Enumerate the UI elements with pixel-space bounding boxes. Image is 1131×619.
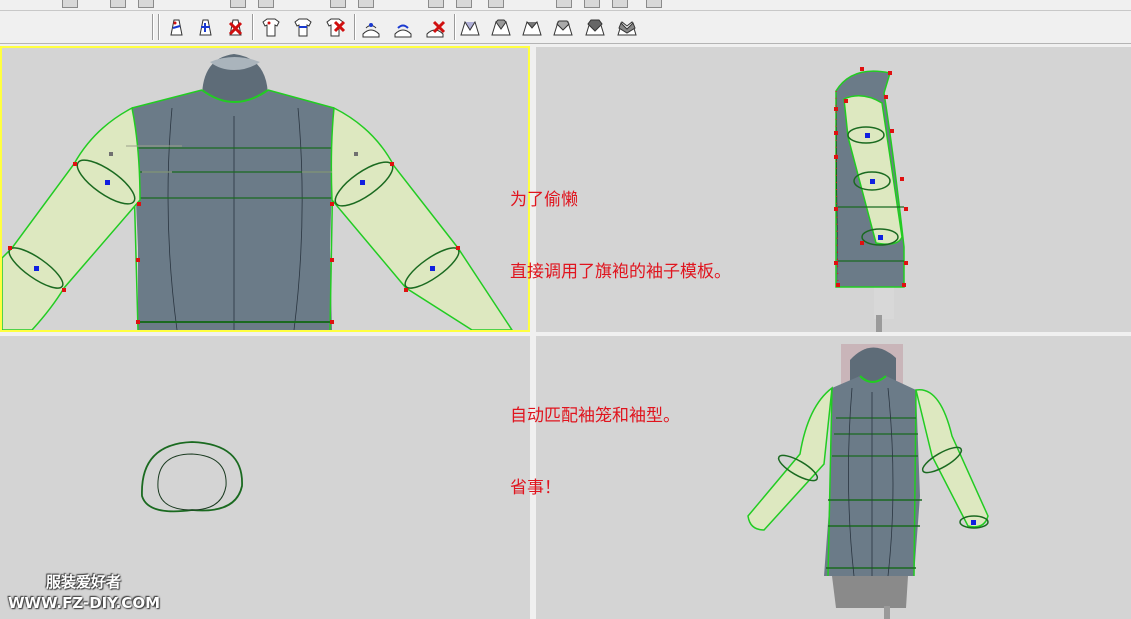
collar-move-icon[interactable] bbox=[390, 14, 416, 40]
toolbar-separator bbox=[152, 14, 153, 40]
pattern-add-icon[interactable] bbox=[163, 14, 189, 40]
shirt-delete-icon[interactable] bbox=[322, 14, 348, 40]
toolbar bbox=[0, 11, 1131, 44]
toolbar-fragment-icon[interactable] bbox=[612, 0, 628, 8]
toolbar-fragment-icon[interactable] bbox=[138, 0, 154, 8]
collar-style-4-icon[interactable] bbox=[550, 14, 576, 40]
shirt-add-icon[interactable] bbox=[258, 14, 284, 40]
annotation-line: 省事！ bbox=[510, 478, 561, 498]
toolbar-fragment-icon[interactable] bbox=[488, 0, 504, 8]
toolbar-fragment-icon[interactable] bbox=[646, 0, 662, 8]
annotation-note: 为了偷懒 直接调用了旗袍的袖子模板。 自动匹配袖笼和袖型。 省事！ bbox=[510, 140, 731, 524]
toolbar-fragment-icon[interactable] bbox=[456, 0, 472, 8]
toolbar-fragment-icon[interactable] bbox=[110, 0, 126, 8]
toolbar-fragment-icon[interactable] bbox=[330, 0, 346, 8]
annotation-line: 自动匹配袖笼和袖型。 bbox=[510, 406, 680, 426]
collar-style-1-icon[interactable] bbox=[457, 14, 483, 40]
toolbar-fragment-icon[interactable] bbox=[358, 0, 374, 8]
pattern-move-icon[interactable] bbox=[192, 14, 218, 40]
toolbar-separator bbox=[158, 14, 159, 40]
watermark-title: 服装爱好者 bbox=[46, 573, 122, 591]
toolbar-fragment-icon[interactable] bbox=[62, 0, 78, 8]
toolbar-fragment-icon[interactable] bbox=[428, 0, 444, 8]
watermark-url: WWW.FZ-DIY.COM bbox=[8, 594, 160, 612]
annotation-line: 直接调用了旗袍的袖子模板。 bbox=[510, 262, 731, 282]
pattern-delete-icon[interactable] bbox=[222, 14, 248, 40]
collar-delete-icon[interactable] bbox=[422, 14, 448, 40]
collar-add-icon[interactable] bbox=[358, 14, 384, 40]
toolbar-fragment-icon[interactable] bbox=[584, 0, 600, 8]
shirt-move-icon[interactable] bbox=[290, 14, 316, 40]
toolbar-fragment-icon[interactable] bbox=[556, 0, 572, 8]
toolbar-fragment-icon[interactable] bbox=[230, 0, 246, 8]
annotation-line bbox=[510, 332, 731, 356]
toolbar-fragment-icon[interactable] bbox=[258, 0, 274, 8]
collar-style-5-icon[interactable] bbox=[582, 14, 608, 40]
toolbar-separator bbox=[454, 14, 455, 40]
collar-style-6-icon[interactable] bbox=[614, 14, 640, 40]
collar-style-3-icon[interactable] bbox=[519, 14, 545, 40]
toolbar-separator bbox=[252, 14, 253, 40]
front-viewport[interactable] bbox=[0, 46, 530, 332]
collar-style-2-icon[interactable] bbox=[488, 14, 514, 40]
front-view-canvas[interactable] bbox=[2, 48, 528, 330]
annotation-line: 为了偷懒 bbox=[510, 190, 578, 210]
toolbar-separator bbox=[354, 14, 355, 40]
toolbar-top-strip bbox=[0, 0, 1131, 11]
